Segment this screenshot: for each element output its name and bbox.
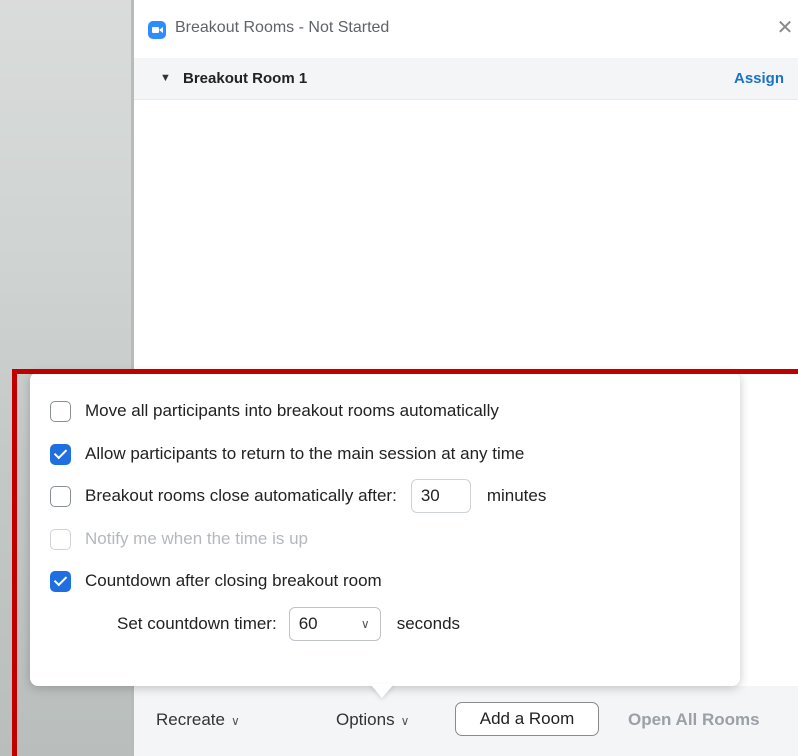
- open-all-rooms-button[interactable]: Open All Rooms: [628, 710, 760, 730]
- chevron-down-icon: ∨: [400, 714, 410, 728]
- option-countdown[interactable]: Countdown after closing breakout room: [50, 569, 382, 593]
- chevron-down-icon: ∨: [360, 617, 370, 631]
- seconds-unit-label: seconds: [396, 614, 461, 633]
- option-label: Notify me when the time is up: [85, 529, 308, 548]
- auto-close-minutes-input[interactable]: 30: [410, 479, 471, 513]
- title-bar: Breakout Rooms - Not Started ✕: [134, 0, 798, 58]
- countdown-selected-value: 60: [298, 614, 318, 633]
- option-label: Allow participants to return to the main…: [85, 444, 525, 463]
- option-auto-close[interactable]: Breakout rooms close automatically after…: [50, 479, 547, 513]
- room-row-breakout-room-1[interactable]: ▼ Breakout Room 1 Assign: [134, 58, 798, 100]
- option-allow-return[interactable]: Allow participants to return to the main…: [50, 442, 524, 466]
- room-name: Breakout Room 1: [183, 70, 308, 87]
- window-title: Breakout Rooms - Not Started: [175, 19, 390, 36]
- options-label: Options: [336, 710, 395, 729]
- popup-pointer: [370, 684, 394, 698]
- add-room-button[interactable]: Add a Room: [455, 702, 599, 736]
- caret-down-icon[interactable]: ▼: [160, 72, 171, 84]
- zoom-camera-icon: [148, 21, 166, 39]
- assign-link[interactable]: Assign: [734, 70, 784, 87]
- checkbox-allow-return[interactable]: [50, 443, 71, 465]
- minutes-unit-label: minutes: [486, 486, 547, 505]
- checkbox-auto-assign[interactable]: [50, 400, 71, 422]
- recreate-button[interactable]: Recreate ∨: [156, 710, 240, 730]
- checkbox-countdown[interactable]: [50, 570, 71, 592]
- close-icon[interactable]: ✕: [774, 17, 796, 39]
- option-notify-time-up: Notify me when the time is up: [50, 527, 308, 551]
- recreate-label: Recreate: [156, 710, 225, 729]
- option-auto-assign[interactable]: Move all participants into breakout room…: [50, 399, 499, 423]
- checkbox-auto-close[interactable]: [50, 485, 71, 507]
- option-label: Countdown after closing breakout room: [85, 571, 382, 590]
- countdown-timer-select[interactable]: 60 ∨: [288, 607, 381, 641]
- countdown-timer-row: Set countdown timer: 60 ∨ seconds: [117, 607, 461, 641]
- chevron-down-icon: ∨: [230, 714, 240, 728]
- countdown-timer-label: Set countdown timer:: [117, 614, 277, 633]
- option-label: Breakout rooms close automatically after…: [85, 486, 397, 505]
- footer-toolbar: Recreate ∨ Options ∨ Add a Room Open All R…: [134, 686, 798, 756]
- checkbox-notify-time-up: [50, 528, 71, 550]
- option-label: Move all participants into breakout room…: [85, 401, 499, 420]
- options-button[interactable]: Options ∨: [336, 710, 409, 730]
